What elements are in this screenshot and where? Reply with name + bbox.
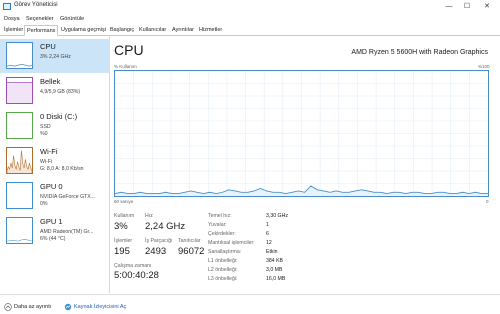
maximize-button[interactable]: ☐ — [458, 0, 476, 14]
sidebar-item-disk[interactable]: 0 Diski (C:) SSD %0 — [0, 109, 110, 143]
detail-value: 16,0 MB — [266, 276, 286, 282]
tab-bar: İşlemler Performans Uygulama geçmişi Baş… — [0, 25, 500, 36]
cpu-thumbnail-graph — [6, 42, 33, 69]
sidebar-item-label: GPU 1 — [40, 217, 63, 226]
detail-value: Etkin — [266, 249, 278, 255]
close-button[interactable]: ✕ — [478, 0, 496, 14]
threads-label: İş Parçacığı — [145, 238, 173, 244]
menu-options[interactable]: Seçenekler — [26, 16, 54, 22]
chevron-up-icon[interactable] — [4, 303, 12, 311]
graph-y-min: 0 — [486, 199, 489, 204]
sidebar-item-detail: 4,9/5,9 GB (83%) — [40, 89, 81, 95]
sidebar-item-detail: Wi-Fi — [40, 159, 53, 165]
processes-value: 195 — [114, 246, 130, 257]
footer-bar: Daha az ayrıntı Kaynak İzleyicisini Aç — [0, 294, 500, 314]
title-bar: Görev Yöneticisi — ☐ ✕ — [0, 0, 500, 14]
usage-label: Kullanım — [114, 213, 135, 219]
tab-startup[interactable]: Başlangıç — [110, 27, 134, 33]
uptime-label: Çalışma zamanı — [114, 263, 152, 269]
cpu-model-name: AMD Ryzen 5 5600H with Radeon Graphics — [351, 49, 488, 56]
sidebar-item-label: Bellek — [40, 77, 61, 86]
graph-y-label: % Kullanım — [114, 64, 137, 69]
threads-value: 2493 — [145, 246, 167, 257]
sidebar-item-detail: 3% 2,24 GHz — [40, 54, 71, 60]
detail-label: Sanallaştırma: — [208, 249, 242, 255]
sidebar-item-detail: %0 — [40, 131, 48, 137]
tab-performance[interactable]: Performans — [24, 25, 59, 36]
detail-value: 1 — [266, 222, 269, 228]
task-manager-icon — [3, 3, 11, 10]
resource-monitor-icon — [64, 303, 72, 311]
sidebar-item-gpu1[interactable]: GPU 1 AMD Radeon(TM) Gr... 6% (44 °C) — [0, 214, 110, 248]
sidebar-item-cpu[interactable]: CPU 3% 2,24 GHz — [0, 39, 110, 73]
tab-users[interactable]: Kullanıcılar — [139, 27, 166, 33]
menu-view[interactable]: Görüntüle — [60, 16, 84, 22]
detail-label: Yuvalar: — [208, 222, 227, 228]
detail-label: Mantıksal işlemciler: — [208, 240, 255, 246]
handles-value: 96072 — [178, 246, 205, 257]
sidebar-item-wifi[interactable]: Wi-Fi Wi-Fi G: 8,0 A: 8,0 Kb/sn — [0, 144, 110, 178]
sidebar-item-detail: G: 8,0 A: 8,0 Kb/sn — [40, 166, 84, 172]
usage-value: 3% — [114, 221, 128, 232]
detail-label: Çekirdekler: — [208, 231, 236, 237]
detail-value: 384 KB — [266, 258, 284, 264]
open-resource-monitor-link[interactable]: Kaynak İzleyicisini Aç — [74, 304, 126, 310]
tab-processes[interactable]: İşlemler — [4, 27, 23, 33]
fewer-details-link[interactable]: Daha az ayrıntı — [14, 304, 51, 310]
sidebar-item-label: GPU 0 — [40, 182, 63, 191]
graph-y-max: %100 — [478, 64, 490, 69]
gpu1-thumbnail-graph — [6, 217, 33, 244]
detail-value: 6 — [266, 231, 269, 237]
speed-value: 2,24 GHz — [145, 221, 186, 232]
detail-value: 12 — [266, 240, 272, 246]
detail-label: L3 önbelleği: — [208, 276, 238, 282]
memory-thumbnail-graph — [6, 77, 33, 104]
detail-label: L1 önbelleği: — [208, 258, 238, 264]
minimize-button[interactable]: — — [440, 0, 458, 14]
sidebar-item-detail: NVIDIA GeForce GTX... — [40, 194, 96, 200]
uptime-value: 5:00:40:28 — [114, 270, 159, 281]
menu-bar: Dosya Seçenekler Görüntüle — [0, 14, 500, 25]
graph-time-span: 60 saniye — [114, 199, 134, 204]
tab-services[interactable]: Hizmetler — [199, 27, 222, 33]
sidebar-item-detail: 0% — [40, 201, 48, 207]
handles-label: Tanıtıcılar — [178, 238, 201, 244]
tab-app-history[interactable]: Uygulama geçmişi — [61, 27, 106, 33]
cpu-usage-graph — [114, 70, 489, 197]
tab-details[interactable]: Ayrıntılar — [172, 27, 194, 33]
disk-thumbnail-graph — [6, 112, 33, 139]
sidebar-item-detail: AMD Radeon(TM) Gr... — [40, 229, 94, 235]
processes-label: İşlemler — [114, 238, 133, 244]
page-title: CPU — [114, 42, 144, 58]
menu-file[interactable]: Dosya — [4, 16, 20, 22]
sidebar-item-label: 0 Diski (C:) — [40, 112, 78, 121]
sidebar-item-gpu0[interactable]: GPU 0 NVIDIA GeForce GTX... 0% — [0, 179, 110, 213]
sidebar-item-detail: SSD — [40, 124, 51, 130]
speed-label: Hız — [145, 213, 153, 219]
sidebar-item-label: Wi-Fi — [40, 147, 58, 156]
sidebar-item-memory[interactable]: Bellek 4,9/5,9 GB (83%) — [0, 74, 110, 108]
performance-sidebar: CPU 3% 2,24 GHz Bellek 4,9/5,9 GB (83%) … — [0, 37, 110, 293]
wifi-thumbnail-graph — [6, 147, 33, 174]
detail-label: L2 önbelleği: — [208, 267, 238, 273]
detail-value: 3,0 MB — [266, 267, 283, 273]
window-title: Görev Yöneticisi — [14, 2, 58, 8]
sidebar-item-label: CPU — [40, 42, 56, 51]
sidebar-item-detail: 6% (44 °C) — [40, 236, 66, 242]
gpu0-thumbnail-graph — [6, 182, 33, 209]
detail-label: Temel hız: — [208, 213, 232, 219]
detail-value: 3,30 GHz — [266, 213, 288, 219]
